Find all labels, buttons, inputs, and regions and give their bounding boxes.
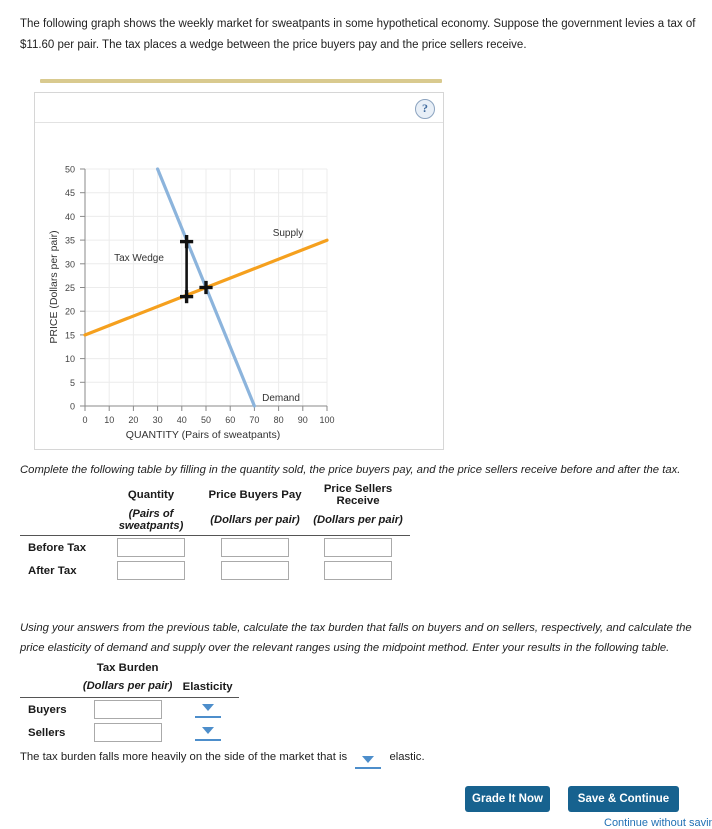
chart-svg: 50 45 40 35 30 25 20 15 10 5 0 0 10 20 3…	[48, 165, 335, 442]
cell-after-tax-quantity	[98, 559, 204, 582]
x-tick-100: 100	[319, 415, 334, 425]
graph-panel: ? 50 45 40 35 30 25 20 15 10 5 0 0 10 20…	[34, 92, 444, 450]
cell-sellers-tax-burden	[79, 721, 177, 744]
row-label-before-tax: Before Tax	[28, 541, 87, 554]
table-row: Sellers	[20, 721, 239, 744]
table1-header-main-row: Quantity Price Buyers Pay Price Sellers …	[20, 483, 410, 508]
table1-subheader-sellers-units: (Dollars per pair)	[313, 514, 403, 526]
y-tick-10: 10	[65, 354, 75, 364]
y-tick-20: 20	[65, 307, 75, 317]
input-after-tax-price-sellers-receive[interactable]	[324, 561, 393, 580]
row-label-buyers: Buyers	[28, 703, 67, 716]
input-sellers-tax-burden[interactable]	[93, 723, 162, 742]
table1-corner-cell-sub	[20, 508, 98, 535]
y-tick-40: 40	[65, 212, 75, 222]
input-before-tax-price-sellers-receive[interactable]	[324, 538, 393, 557]
cell-before-tax-quantity	[98, 536, 204, 560]
table2-subheader-tax-burden-units: (Dollars per pair)	[82, 679, 173, 692]
input-before-tax-quantity[interactable]	[117, 538, 186, 557]
cell-before-tax-price-buyers	[204, 536, 306, 560]
cell-sellers-elasticity	[177, 721, 239, 744]
equilibrium-marker	[199, 280, 213, 295]
table2-corner-cell	[20, 659, 79, 677]
chevron-down-icon	[201, 727, 214, 735]
continue-without-saving-link[interactable]: Continue without saving	[604, 817, 712, 829]
input-before-tax-price-buyers-pay[interactable]	[221, 538, 290, 557]
table2-header-spacer	[177, 659, 239, 677]
tax-burden-elasticity-table: Tax Burden (Dollars per pair) Elasticity…	[20, 659, 239, 744]
tax-wedge-label: Tax Wedge	[114, 253, 164, 264]
table-row: After Tax	[20, 559, 410, 582]
y-tick-45: 45	[65, 188, 75, 198]
input-buyers-tax-burden[interactable]	[93, 700, 162, 719]
table1-header-quantity: Quantity	[127, 489, 175, 501]
cell-after-tax-price-sellers	[306, 559, 410, 582]
conclusion-sentence: The tax burden falls more heavily on the…	[20, 749, 425, 769]
cell-after-tax-price-buyers	[204, 559, 306, 582]
cell-buyers-elasticity	[177, 698, 239, 722]
input-after-tax-quantity[interactable]	[117, 561, 186, 580]
chevron-down-icon	[201, 704, 214, 712]
graph-panel-header: ?	[35, 93, 443, 123]
table-row: Before Tax	[20, 536, 410, 560]
y-tick-0: 0	[70, 402, 75, 412]
table2-instruction: Using your answers from the previous tab…	[20, 622, 692, 654]
table1-header-price-buyers-pay: Price Buyers Pay	[208, 489, 302, 501]
x-tick-60: 60	[225, 415, 235, 425]
help-icon[interactable]: ?	[415, 99, 435, 119]
y-tick-35: 35	[65, 236, 75, 246]
table1-header-price-sellers-receive: Price Sellers Receive	[323, 483, 393, 507]
table-row: Buyers	[20, 698, 239, 722]
table2-corner-cell-sub	[20, 677, 79, 697]
table2-header-sub-row: (Dollars per pair) Elasticity	[20, 677, 239, 697]
cell-before-tax-price-sellers	[306, 536, 410, 560]
supply-label: Supply	[273, 228, 304, 239]
x-tick-90: 90	[298, 415, 308, 425]
x-tick-labels: 0 10 20 30 40 50 60 70 80 90 100	[82, 415, 334, 425]
table1-subheader-buyers-units: (Dollars per pair)	[210, 514, 300, 526]
x-tick-30: 30	[153, 415, 163, 425]
table1-header-sub-row: (Pairs of sweatpants) (Dollars per pair)…	[20, 508, 410, 535]
x-tick-0: 0	[82, 415, 87, 425]
table1-corner-cell	[20, 483, 98, 508]
x-tick-50: 50	[201, 415, 211, 425]
row-label-after-tax: After Tax	[28, 564, 77, 577]
x-tick-70: 70	[249, 415, 259, 425]
row-label-sellers: Sellers	[28, 726, 66, 739]
table1-instruction: Complete the following table by filling …	[20, 464, 681, 476]
x-tick-10: 10	[104, 415, 114, 425]
supply-demand-chart: 50 45 40 35 30 25 20 15 10 5 0 0 10 20 3…	[35, 123, 443, 449]
chevron-down-icon	[362, 755, 375, 763]
before-after-tax-table: Quantity Price Buyers Pay Price Sellers …	[20, 483, 411, 582]
table2-header-elasticity: Elasticity	[182, 680, 233, 693]
intro-paragraph: The following graph shows the weekly mar…	[20, 18, 696, 51]
section-divider	[40, 79, 442, 83]
table2-header-tax-burden: Tax Burden	[96, 661, 159, 674]
input-after-tax-price-buyers-pay[interactable]	[221, 561, 290, 580]
grade-it-now-button[interactable]: Grade It Now	[465, 786, 550, 812]
conclusion-text-after: elastic.	[389, 751, 425, 763]
y-tick-50: 50	[65, 165, 75, 175]
table1-subheader-quantity-units: (Pairs of sweatpants)	[118, 508, 184, 532]
x-tick-80: 80	[274, 415, 284, 425]
dropdown-sellers-elasticity[interactable]	[194, 726, 221, 741]
table2-header-main-row: Tax Burden	[20, 659, 239, 677]
dropdown-buyers-elasticity[interactable]	[194, 703, 221, 718]
y-axis-title: PRICE (Dollars per pair)	[48, 230, 60, 343]
dropdown-market-side-elasticity[interactable]	[355, 754, 382, 769]
save-and-continue-button[interactable]: Save & Continue	[568, 786, 679, 812]
x-tick-20: 20	[128, 415, 138, 425]
y-tick-25: 25	[65, 283, 75, 293]
y-tick-30: 30	[65, 259, 75, 269]
y-tick-5: 5	[70, 378, 75, 388]
demand-label: Demand	[262, 393, 300, 404]
x-tick-40: 40	[177, 415, 187, 425]
y-tick-labels: 50 45 40 35 30 25 20 15 10 5 0	[65, 165, 75, 412]
y-tick-15: 15	[65, 330, 75, 340]
cell-buyers-tax-burden	[79, 698, 177, 722]
x-axis-title: QUANTITY (Pairs of sweatpants)	[126, 429, 280, 441]
conclusion-text-before: The tax burden falls more heavily on the…	[20, 751, 348, 763]
